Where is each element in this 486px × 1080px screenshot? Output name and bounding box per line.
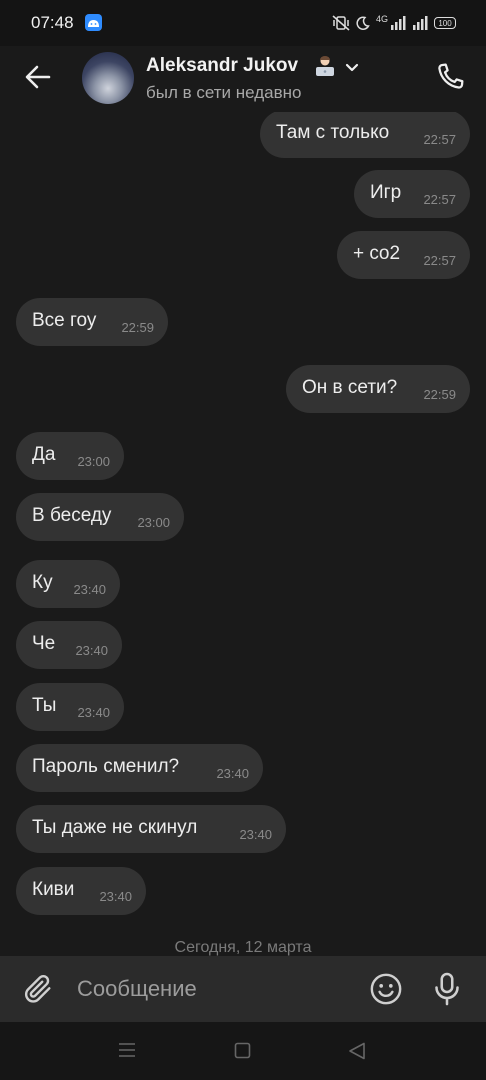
emoji-button[interactable] [369,972,403,1006]
emoji-person-laptop-icon [313,55,337,77]
message-list[interactable]: Там с только 22:57 Игр 22:57 + co2 22:57… [0,112,486,956]
message-bubble[interactable]: Ты даже не скинул 23:40 [16,805,286,853]
message-time: 22:57 [423,192,456,207]
message-bubble[interactable]: Ты 23:40 [16,683,124,731]
message-text: Он в сети? [302,377,398,398]
message-bubble[interactable]: Он в сети? 22:59 [286,365,470,413]
status-time: 07:48 [31,13,74,32]
contact-name[interactable]: Aleksandr Jukov [146,55,298,77]
message-bubble[interactable]: Да 23:00 [16,432,124,480]
message-text: Там с только [276,122,390,143]
battery-indicator: 100 [434,17,456,29]
date-separator: Сегодня, 12 марта [174,939,312,956]
phone-icon [438,63,464,89]
message-text: Пароль сменил? [32,756,180,777]
message-bubble[interactable]: Че 23:40 [16,621,122,669]
message-time: 22:57 [423,132,456,147]
paperclip-icon [24,974,51,1003]
message-time: 23:40 [73,582,106,597]
message-time: 23:40 [77,705,110,720]
message-text: Ты [32,695,57,716]
back-nav-icon[interactable] [348,1042,366,1065]
network-type: 4G [375,14,388,24]
message-text: + co2 [353,243,401,264]
back-button[interactable] [22,61,54,93]
message-text: Че [32,633,56,654]
message-bubble[interactable]: Там с только 22:57 [260,112,470,158]
message-text: Киви [32,879,75,900]
message-input[interactable]: Сообщение [77,976,197,1002]
message-time: 23:40 [239,827,272,842]
contact-status: был в сети недавно [146,83,302,102]
voice-message-button[interactable] [432,971,462,1007]
back-arrow-icon [25,65,51,89]
attach-button[interactable] [21,972,55,1006]
message-time: 23:40 [75,643,108,658]
home-nav-icon[interactable] [234,1042,251,1064]
message-composer: Сообщение [0,956,486,1022]
message-time: 23:40 [216,766,249,781]
message-time: 22:59 [423,387,456,402]
message-text: Да [32,444,56,465]
message-time: 22:57 [423,253,456,268]
signal-icon-2 [413,16,428,30]
message-text: Ку [32,572,53,593]
system-nav-bar [0,1022,486,1080]
signal-icon [391,16,406,30]
avatar[interactable] [82,52,134,104]
menu-nav-icon[interactable] [118,1042,136,1063]
chat-header: Aleksandr Jukov был в сети недавно [0,46,486,112]
app-notification-icon [85,14,102,31]
message-bubble[interactable]: Ку 23:40 [16,560,120,608]
message-text: Все гоу [32,310,97,331]
microphone-icon [435,972,459,1006]
message-text: В беседу [32,505,112,526]
message-bubble[interactable]: Игр 22:57 [354,170,470,218]
message-bubble[interactable]: + co2 22:57 [337,231,470,279]
message-text: Игр [370,182,402,203]
message-time: 23:40 [99,889,132,904]
vibrate-off-icon [332,15,350,31]
message-time: 23:00 [137,515,170,530]
message-bubble[interactable]: Киви 23:40 [16,867,146,915]
message-time: 23:00 [77,454,110,469]
call-button[interactable] [433,60,467,94]
smiley-icon [370,973,402,1005]
message-text: Ты даже не скинул [32,817,198,838]
message-bubble[interactable]: Все гоу 22:59 [16,298,168,346]
message-bubble[interactable]: Пароль сменил? 23:40 [16,744,263,792]
chevron-down-icon[interactable] [345,60,359,78]
message-bubble[interactable]: В беседу 23:00 [16,493,184,541]
status-icons: 4G 100 [332,14,456,32]
status-bar: 07:48 4G 100 [0,0,486,46]
message-time: 22:59 [121,320,154,335]
moon-icon [356,16,370,30]
